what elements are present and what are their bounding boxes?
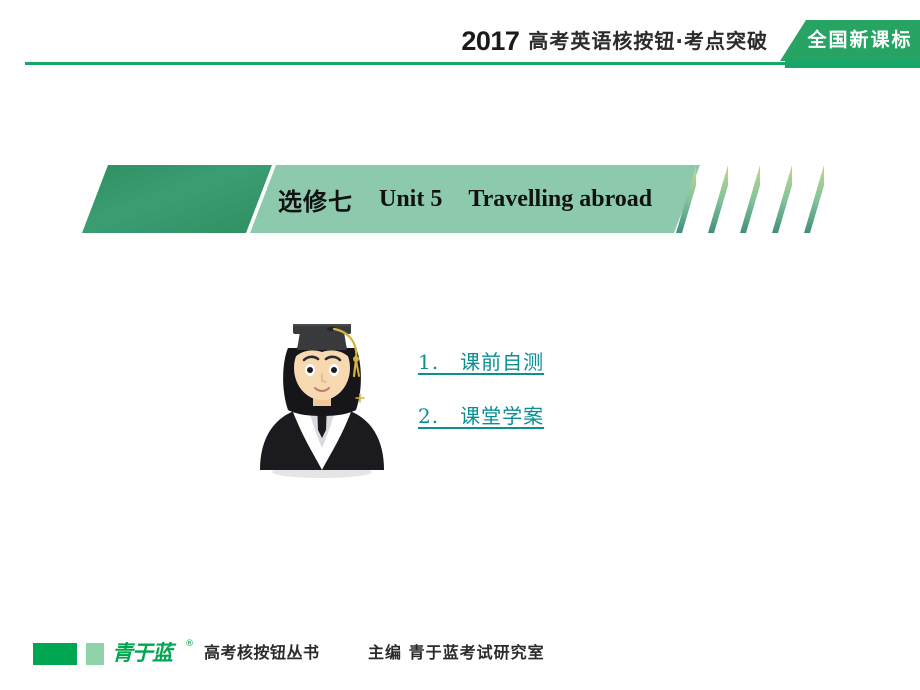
header-subtitle: 高考英语核按钮·考点突破 bbox=[528, 29, 768, 53]
edition-tag-label: 全国新课标 bbox=[807, 29, 913, 51]
banner-stripe bbox=[772, 165, 792, 233]
banner-stripe bbox=[708, 165, 728, 233]
menu-item-classroom-lesson-plan[interactable]: 2. 课堂学案 bbox=[418, 400, 544, 429]
footer-series-label: 高考核按钮丛书 bbox=[204, 643, 320, 662]
banner-dark-shape bbox=[82, 165, 272, 233]
slide-footer: 青于蓝 ® 高考核按钮丛书 主编 青于蓝考试研究室 bbox=[0, 638, 920, 678]
header-year: 2017 bbox=[461, 25, 520, 56]
slide-content: 1. 课前自测 2. 课堂学案 bbox=[0, 290, 920, 500]
menu-item-pre-class-self-test[interactable]: 1. 课前自测 bbox=[418, 346, 544, 375]
banner-stripe bbox=[676, 165, 696, 233]
slide-root: 2017 高考英语核按钮·考点突破 全国新课标 选修七 Unit 5 Trave… bbox=[0, 0, 920, 690]
section-menu: 1. 课前自测 2. 课堂学案 bbox=[418, 346, 718, 454]
header-rule-thin bbox=[25, 62, 785, 65]
banner-stripe-decoration bbox=[676, 165, 906, 233]
header-rule-thick bbox=[785, 59, 920, 68]
graduate-student-icon bbox=[248, 302, 396, 482]
banner-topic-label: Travelling abroad bbox=[468, 185, 653, 212]
banner-unit-label: Unit 5 bbox=[379, 185, 443, 212]
publisher-logo-text: 青于蓝 bbox=[112, 640, 173, 665]
title-banner: 选修七 Unit 5 Travelling abroad bbox=[0, 165, 920, 233]
footer-logo-block-light bbox=[86, 643, 104, 665]
banner-stripe bbox=[740, 165, 760, 233]
footer-editor-label: 主编 青于蓝考试研究室 bbox=[368, 643, 545, 662]
header-title-row: 2017 高考英语核按钮·考点突破 bbox=[0, 24, 920, 58]
banner-stripe bbox=[804, 165, 824, 233]
banner-text-group: 选修七 Unit 5 Travelling abroad bbox=[278, 165, 652, 233]
registered-trademark-icon: ® bbox=[185, 639, 194, 649]
footer-logo-block-solid bbox=[33, 643, 77, 665]
banner-book-label: 选修七 bbox=[278, 186, 353, 216]
slide-header: 2017 高考英语核按钮·考点突破 全国新课标 bbox=[0, 0, 920, 72]
